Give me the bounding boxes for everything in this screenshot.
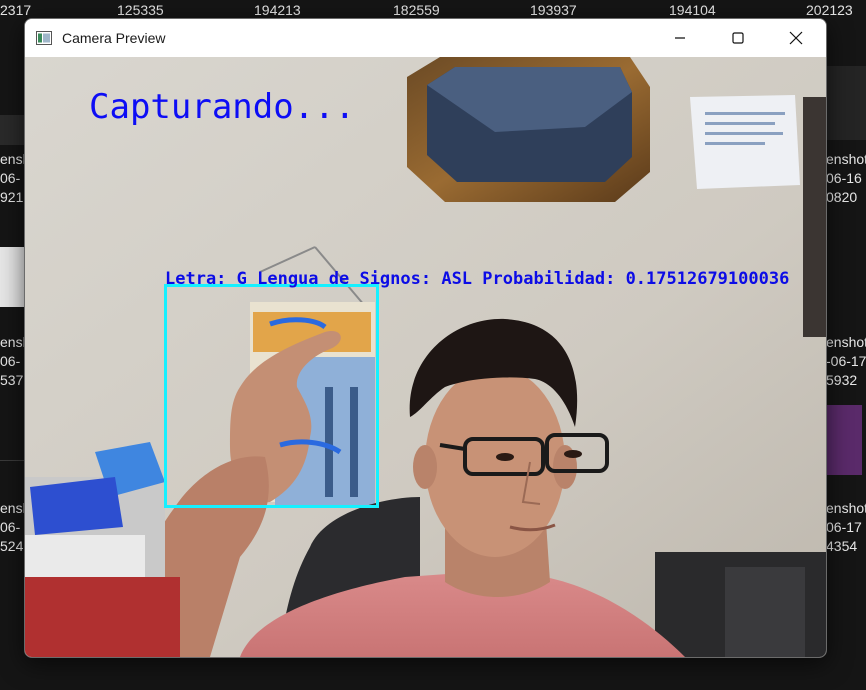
app-icon xyxy=(36,31,52,45)
minimize-icon xyxy=(675,37,685,39)
bg-label-line: enshot xyxy=(826,500,866,516)
bg-filename-number: 202123 xyxy=(806,2,853,18)
bg-thumbnail xyxy=(826,405,862,475)
bg-label-line: 5932 xyxy=(826,372,858,388)
bg-file-label-right: enshot 06-17 4354 xyxy=(826,499,866,556)
bg-filename-number: 182559 xyxy=(393,2,440,18)
bg-label-line: enshot xyxy=(826,334,866,350)
bg-filename-number: 194104 xyxy=(669,2,716,18)
bg-label-line: enshot xyxy=(826,151,866,167)
bg-label-line: 06-17 xyxy=(826,519,862,535)
bg-filename-number: 193937 xyxy=(530,2,577,18)
camera-feed: Capturando... Letra: G Lengua de Signos:… xyxy=(25,57,826,657)
close-icon xyxy=(789,31,803,45)
bg-thumbnail xyxy=(0,247,24,307)
desktop-top-strip: 2317 125335 194213 182559 193937 194104 … xyxy=(0,0,866,20)
camera-frame-image xyxy=(25,57,826,657)
bg-label-line: 0820 xyxy=(826,189,858,205)
bg-filename-number: 2317 xyxy=(0,2,32,18)
window-titlebar[interactable]: Camera Preview xyxy=(25,19,826,57)
bg-divider xyxy=(0,460,24,461)
prediction-text: Letra: G Lengua de Signos: ASL Probabili… xyxy=(165,269,790,289)
capture-status-text: Capturando... xyxy=(89,87,356,127)
maximize-icon xyxy=(732,32,744,44)
bg-file-label-right: enshot 06-16 0820 xyxy=(826,150,866,207)
bg-filename-number: 125335 xyxy=(117,2,164,18)
close-button[interactable] xyxy=(767,19,825,57)
bg-file-label-right: enshot -06-17 5932 xyxy=(826,333,866,390)
bg-filename-number: 194213 xyxy=(254,2,301,18)
bg-label-line: 4354 xyxy=(826,538,858,554)
bg-thumbnail xyxy=(0,115,24,145)
window-title: Camera Preview xyxy=(62,30,166,46)
bg-thumbnail xyxy=(826,66,866,140)
maximize-button[interactable] xyxy=(709,19,767,57)
bg-label-line: 06-16 xyxy=(826,170,862,186)
minimize-button[interactable] xyxy=(651,19,709,57)
hand-detection-box xyxy=(164,284,379,508)
bg-label-line: -06-17 xyxy=(826,353,866,369)
camera-preview-window[interactable]: Camera Preview Capturando... Letra: G Le… xyxy=(24,18,827,658)
